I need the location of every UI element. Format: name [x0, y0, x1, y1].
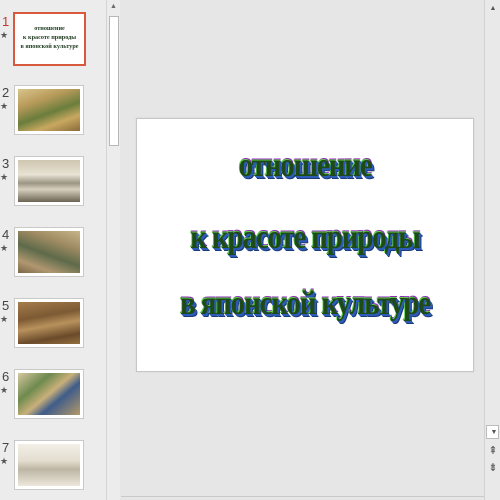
- thumbnail-frame[interactable]: отношение к красоте природы в японской к…: [13, 12, 86, 66]
- editor-scrollbar[interactable]: ▲ ▼ ⇞ ⇟: [484, 0, 500, 500]
- slide-title-line[interactable]: отношение: [161, 147, 450, 185]
- thumbnail-title-line: в японской культуре: [20, 43, 79, 50]
- slide-number: 2: [2, 85, 10, 100]
- slide-number: 7: [2, 440, 10, 455]
- slide-number: 4: [2, 227, 10, 242]
- current-slide-canvas[interactable]: отношение к красоте природы в японской к…: [136, 118, 474, 372]
- thumbnail-frame[interactable]: [14, 85, 84, 135]
- animation-star-icon: ★: [0, 172, 9, 182]
- thumbnail-title-line: к красоте природы: [22, 34, 77, 41]
- animation-star-icon: ★: [0, 456, 9, 466]
- scrollbar-thumb[interactable]: [109, 16, 119, 146]
- painting-image: [18, 89, 80, 131]
- slide-thumbnail-4[interactable]: 4 ★: [0, 227, 106, 283]
- slide-number: 1: [2, 14, 10, 29]
- scroll-up-arrow-icon[interactable]: ▲: [486, 2, 500, 16]
- next-slide-icon[interactable]: ⇟: [486, 461, 500, 475]
- thumbnail-frame[interactable]: [14, 369, 84, 419]
- painting-image: [18, 160, 80, 202]
- animation-star-icon: ★: [0, 314, 9, 324]
- painting-image: [18, 444, 80, 486]
- thumbnail-title-text: отношение к красоте природы в японской к…: [15, 24, 84, 51]
- slide-thumbnail-5[interactable]: 5 ★: [0, 298, 106, 354]
- painting-image: [18, 231, 80, 273]
- slide-thumbnail-1[interactable]: 1 ★ отношение к красоте природы в японск…: [0, 12, 106, 70]
- animation-star-icon: ★: [0, 30, 9, 40]
- slide-thumbnail-2[interactable]: 2 ★: [0, 85, 106, 141]
- painting-image: [18, 373, 80, 415]
- slide-thumbnail-7[interactable]: 7 ★: [0, 440, 106, 496]
- slide-thumbnail-pane: 1 ★ отношение к красоте природы в японск…: [0, 0, 106, 500]
- slide-editor-area: отношение к красоте природы в японской к…: [121, 0, 484, 500]
- slide-number: 3: [2, 156, 10, 171]
- thumbnail-frame[interactable]: [14, 298, 84, 348]
- scroll-down-arrow-icon[interactable]: ▼: [487, 426, 500, 440]
- scrollbar-thumb[interactable]: ▼: [486, 425, 499, 439]
- slide-title-line[interactable]: в японской культуре: [161, 285, 450, 323]
- animation-star-icon: ★: [0, 385, 9, 395]
- animation-star-icon: ★: [0, 101, 9, 111]
- thumbnail-frame[interactable]: [14, 227, 84, 277]
- thumbnail-scrollbar[interactable]: ▲: [106, 0, 120, 500]
- thumbnail-title-line: отношение: [34, 25, 65, 32]
- thumbnail-frame[interactable]: [14, 156, 84, 206]
- slide-number: 5: [2, 298, 10, 313]
- scroll-up-arrow-icon[interactable]: ▲: [107, 0, 120, 13]
- previous-slide-icon[interactable]: ⇞: [486, 444, 500, 458]
- thumbnail-frame[interactable]: [14, 440, 84, 490]
- animation-star-icon: ★: [0, 243, 9, 253]
- slide-thumbnail-6[interactable]: 6 ★: [0, 369, 106, 425]
- painting-image: [18, 302, 80, 344]
- slide-thumbnail-3[interactable]: 3 ★: [0, 156, 106, 212]
- slide-title-line[interactable]: к красоте природы: [161, 219, 450, 257]
- editor-divider: [121, 496, 484, 497]
- slide-number: 6: [2, 369, 10, 384]
